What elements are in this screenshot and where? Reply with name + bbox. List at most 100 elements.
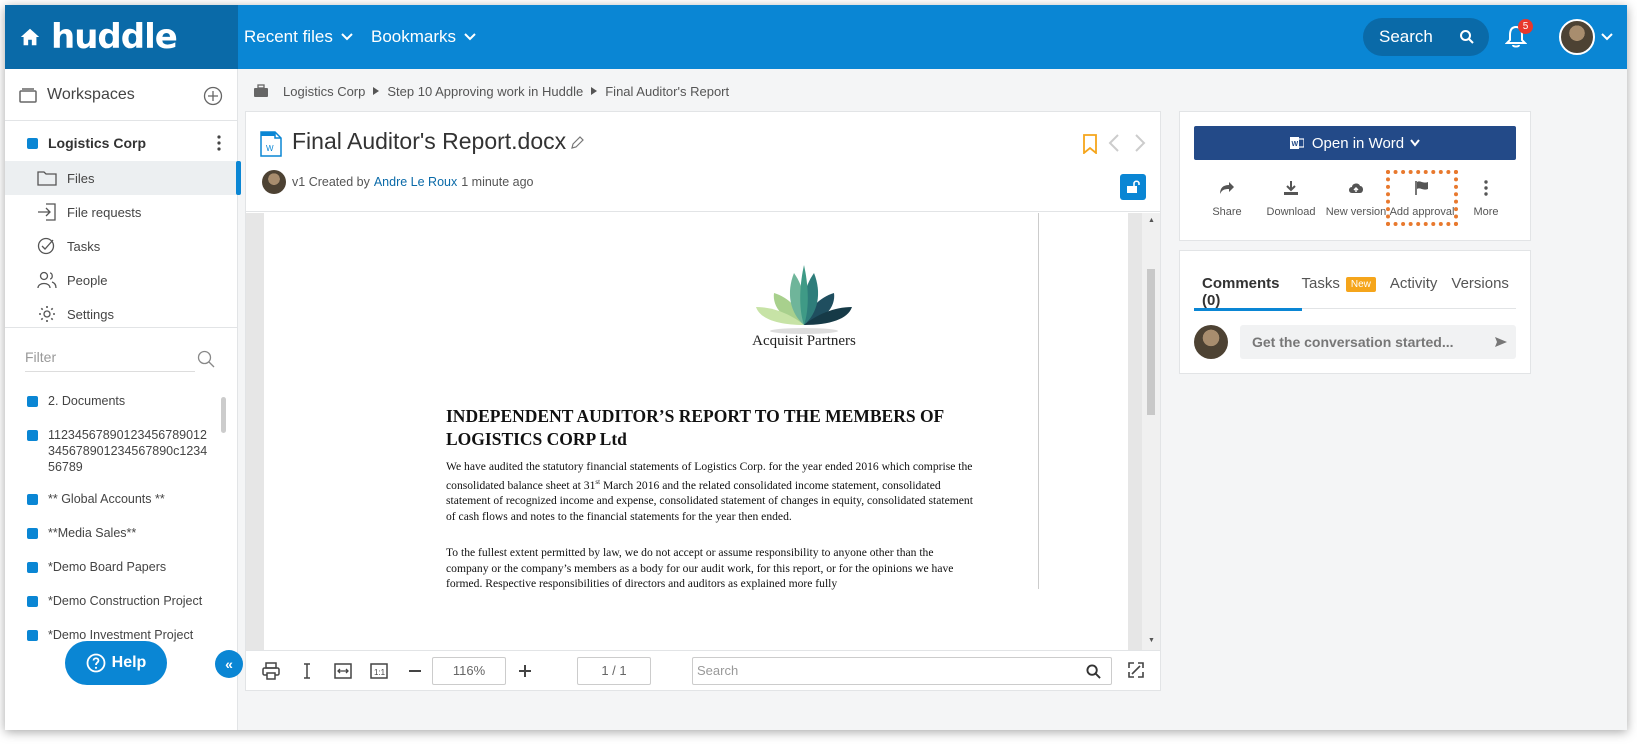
tab-versions[interactable]: Versions xyxy=(1451,271,1509,309)
sidebar-item-tasks[interactable]: Tasks xyxy=(5,229,237,263)
filter-input[interactable] xyxy=(25,349,175,365)
chevron-right-icon[interactable] xyxy=(1134,134,1146,152)
workspaces-icon xyxy=(19,87,37,103)
tab-activity[interactable]: Activity xyxy=(1390,271,1438,309)
print-icon[interactable] xyxy=(262,662,280,680)
collapse-sidebar-button[interactable]: « xyxy=(215,650,243,678)
search-icon[interactable] xyxy=(197,350,215,368)
tab-comments[interactable]: Comments (0) xyxy=(1194,271,1302,311)
chevron-down-icon[interactable] xyxy=(1601,33,1613,41)
unlock-button[interactable] xyxy=(1120,174,1146,200)
list-item[interactable]: 2. Documents xyxy=(5,385,238,419)
download-button[interactable]: Download xyxy=(1255,176,1327,218)
word-icon: W xyxy=(1289,137,1304,149)
sidebar-item-settings[interactable]: Settings xyxy=(5,297,237,331)
panel-tabs: Comments (0) Tasks New Activity Versions xyxy=(1194,271,1516,311)
list-item[interactable]: ** Global Accounts ** xyxy=(5,483,238,517)
user-avatar[interactable] xyxy=(1559,19,1595,55)
pencil-icon[interactable] xyxy=(570,136,584,150)
tab-label: Tasks xyxy=(1301,275,1340,292)
comment-placeholder: Get the conversation started... xyxy=(1252,334,1454,350)
sidebar-item-file-requests[interactable]: File requests xyxy=(5,195,237,229)
send-icon[interactable] xyxy=(1494,336,1508,348)
breadcrumb-item[interactable]: Step 10 Approving work in Huddle xyxy=(387,84,583,99)
new-version-button[interactable]: New version xyxy=(1320,176,1392,218)
sidebar-item-files[interactable]: Files xyxy=(5,161,241,195)
svg-text:W: W xyxy=(1291,141,1298,148)
list-item[interactable]: *Demo Board Papers xyxy=(5,551,238,585)
chevron-down-icon xyxy=(341,33,353,41)
kebab-menu-icon[interactable] xyxy=(217,135,221,151)
report-paragraph: We have audited the statutory financial … xyxy=(446,459,974,525)
comment-input[interactable]: Get the conversation started... xyxy=(1240,325,1516,359)
add-approval-label: Add approval xyxy=(1389,206,1455,218)
list-item[interactable]: *Demo Construction Project xyxy=(5,585,238,619)
filter-field[interactable] xyxy=(25,346,195,372)
page-margin-line xyxy=(1038,213,1039,589)
report-heading: INDEPENDENT AUDITOR’S REPORT TO THE MEMB… xyxy=(446,406,944,449)
author-avatar xyxy=(262,170,286,194)
zoom-in-icon[interactable] xyxy=(516,662,534,680)
document-page: Acquisit Partners INDEPENDENT AUDITOR’S … xyxy=(264,213,1128,650)
top-bar: huddle Recent files Bookmarks Search 5 xyxy=(5,5,1627,69)
sidebar-item-label: People xyxy=(67,272,108,288)
scroll-thumb[interactable] xyxy=(1147,269,1155,415)
comment-composer: Get the conversation started... xyxy=(1194,325,1516,359)
workspace-color-square xyxy=(27,596,38,607)
recent-files-menu[interactable]: Recent files xyxy=(244,5,353,69)
activity-panel: Comments (0) Tasks New Activity Versions… xyxy=(1179,250,1531,374)
help-label: Help xyxy=(111,654,147,671)
open-in-word-button[interactable]: W Open in Word xyxy=(1194,126,1516,160)
global-search-label: Search xyxy=(1379,27,1433,46)
more-button[interactable]: More xyxy=(1450,176,1522,218)
actual-size-icon[interactable]: 1:1 xyxy=(370,662,388,680)
add-approval-button[interactable]: Add approval xyxy=(1386,176,1458,218)
caret-right-icon xyxy=(591,87,598,95)
workspace-name: 2. Documents xyxy=(48,394,126,408)
created-by-label: Created by xyxy=(308,175,370,189)
word-file-icon: W xyxy=(260,131,282,157)
list-item[interactable]: **Media Sales** xyxy=(5,517,238,551)
viewer-search-field[interactable]: Search xyxy=(692,657,1112,685)
search-icon[interactable] xyxy=(1086,664,1101,679)
breadcrumb-item[interactable]: Logistics Corp xyxy=(283,84,365,99)
fullscreen-icon[interactable] xyxy=(1128,662,1144,678)
fit-width-icon[interactable] xyxy=(334,662,352,680)
zoom-out-icon[interactable] xyxy=(406,662,424,680)
list-item[interactable]: 1123456789012345678901234567890123456789… xyxy=(5,419,238,483)
zoom-level-field[interactable]: 116% xyxy=(432,657,506,685)
workspace-name: 1123456789012345678901234567890123456789… xyxy=(48,428,208,474)
home-icon[interactable] xyxy=(19,26,41,48)
document-meta: v1 Created by Andre Le Roux 1 minute ago xyxy=(262,170,534,194)
workspaces-header[interactable]: Workspaces xyxy=(5,69,237,121)
gear-icon xyxy=(39,306,55,322)
workspace-name: **Media Sales** xyxy=(48,526,137,540)
workspace-color-square xyxy=(27,137,38,149)
document-viewer[interactable]: Acquisit Partners INDEPENDENT AUDITOR’S … xyxy=(246,213,1160,650)
share-button[interactable]: Share xyxy=(1191,176,1263,218)
notification-badge: 5 xyxy=(1518,19,1533,34)
svg-text:W: W xyxy=(266,144,274,153)
scroll-up-arrow[interactable]: ▲ xyxy=(1148,217,1155,224)
page-number-field[interactable]: 1 / 1 xyxy=(577,657,651,685)
help-button[interactable]: Help xyxy=(65,641,167,685)
global-search-button[interactable]: Search xyxy=(1363,18,1489,56)
huddle-logo[interactable]: huddle xyxy=(51,17,178,57)
chevron-down-icon xyxy=(464,33,476,41)
tab-tasks[interactable]: Tasks New xyxy=(1302,271,1376,309)
scroll-down-arrow[interactable]: ▼ xyxy=(1148,637,1155,644)
viewer-scrollbar[interactable]: ▲ ▼ xyxy=(1142,213,1160,650)
author-link[interactable]: Andre Le Roux xyxy=(374,175,457,189)
app-window: huddle Recent files Bookmarks Search 5 W… xyxy=(5,5,1627,730)
sidebar-item-label: File requests xyxy=(67,204,142,220)
brand[interactable]: huddle xyxy=(5,5,238,69)
add-workspace-icon[interactable] xyxy=(203,86,223,106)
org-workspace[interactable]: Logistics Corp xyxy=(5,125,237,161)
chevron-left-icon[interactable] xyxy=(1108,134,1120,152)
sidebar-scrollbar[interactable] xyxy=(221,397,226,433)
workspaces-label: Workspaces xyxy=(47,85,135,103)
sidebar-item-people[interactable]: People xyxy=(5,263,237,297)
text-select-icon[interactable] xyxy=(298,662,316,680)
bookmark-icon[interactable] xyxy=(1082,134,1098,154)
bookmarks-menu[interactable]: Bookmarks xyxy=(371,5,476,69)
